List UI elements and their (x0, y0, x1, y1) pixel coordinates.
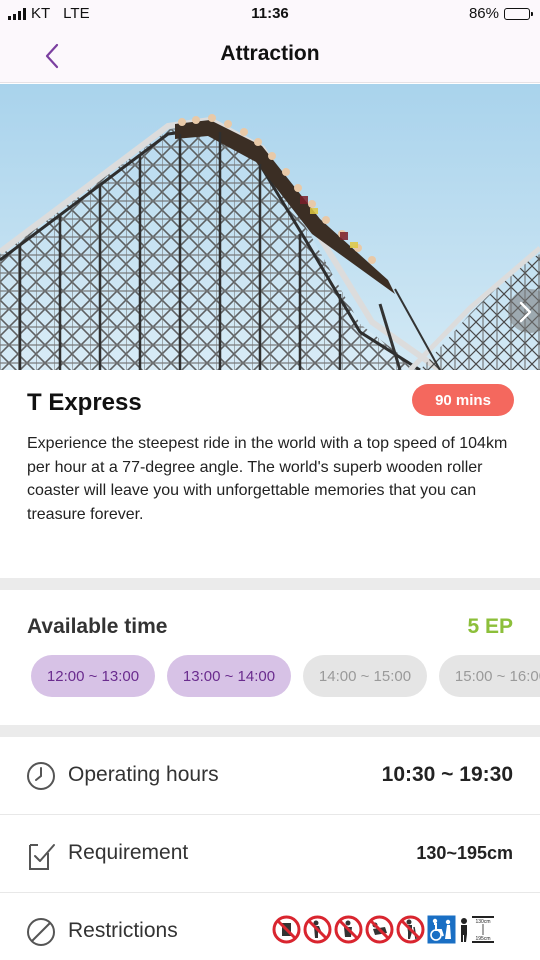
no-back-injury-icon (365, 915, 394, 944)
time-slot-list: 12:00 ~ 13:00 13:00 ~ 14:00 14:00 ~ 15:0… (31, 655, 540, 697)
available-time-title: Available time (27, 615, 168, 638)
requirement-label: Requirement (68, 841, 189, 864)
no-elderly-icon (396, 915, 425, 944)
section-divider (0, 578, 540, 590)
battery-percent: 86% (468, 5, 499, 22)
operating-hours-row: Operating hours 10:30 ~ 19:30 (0, 737, 540, 815)
attraction-name: T Express (27, 389, 142, 416)
restriction-icon-list: 130cm 195cm (272, 915, 496, 944)
operating-hours-value: 10:30 ~ 19:30 (381, 763, 513, 786)
attraction-description: Experience the steepest ride in the worl… (27, 435, 508, 523)
requirement-value: 130~195cm (416, 843, 513, 863)
requirement-row: Requirement 130~195cm (0, 815, 540, 893)
height-limit-icon: 130cm 195cm (458, 915, 496, 944)
operating-hours-label: Operating hours (68, 763, 219, 786)
status-time: 11:36 (251, 5, 289, 22)
wheelchair-assist-icon (427, 915, 456, 944)
time-slot[interactable]: 14:00 ~ 15:00 (303, 655, 427, 697)
section-divider (0, 725, 540, 737)
no-alcohol-icon (272, 915, 301, 944)
restrictions-row: Restrictions 130cm 195cm (0, 893, 540, 960)
time-slot[interactable]: 12:00 ~ 13:00 (31, 655, 155, 697)
clock-icon (27, 762, 55, 790)
time-slot[interactable]: 13:00 ~ 14:00 (167, 655, 291, 697)
ep-count: 5 EP (467, 615, 513, 638)
status-right: 86% (468, 5, 533, 22)
chevron-right-icon (519, 301, 532, 323)
height-sign-top: 130cm (475, 919, 490, 925)
page-title: Attraction (220, 42, 320, 65)
no-heart-condition-icon (334, 915, 363, 944)
battery-icon (504, 7, 533, 20)
attraction-image (0, 84, 540, 370)
nav-bar: Attraction (0, 28, 540, 83)
no-pregnant-icon (303, 915, 332, 944)
status-bar: KT LTE 11:36 86% (0, 0, 540, 28)
roller-coaster-illustration (0, 84, 540, 370)
checklist-icon (29, 844, 55, 870)
restrictions-label: Restrictions (68, 919, 178, 942)
wait-time-badge: 90 mins (412, 384, 514, 416)
time-slot[interactable]: 15:00 ~ 16:00 (439, 655, 540, 697)
prohibited-icon (27, 918, 55, 946)
height-sign-bottom: 195cm (475, 936, 490, 942)
